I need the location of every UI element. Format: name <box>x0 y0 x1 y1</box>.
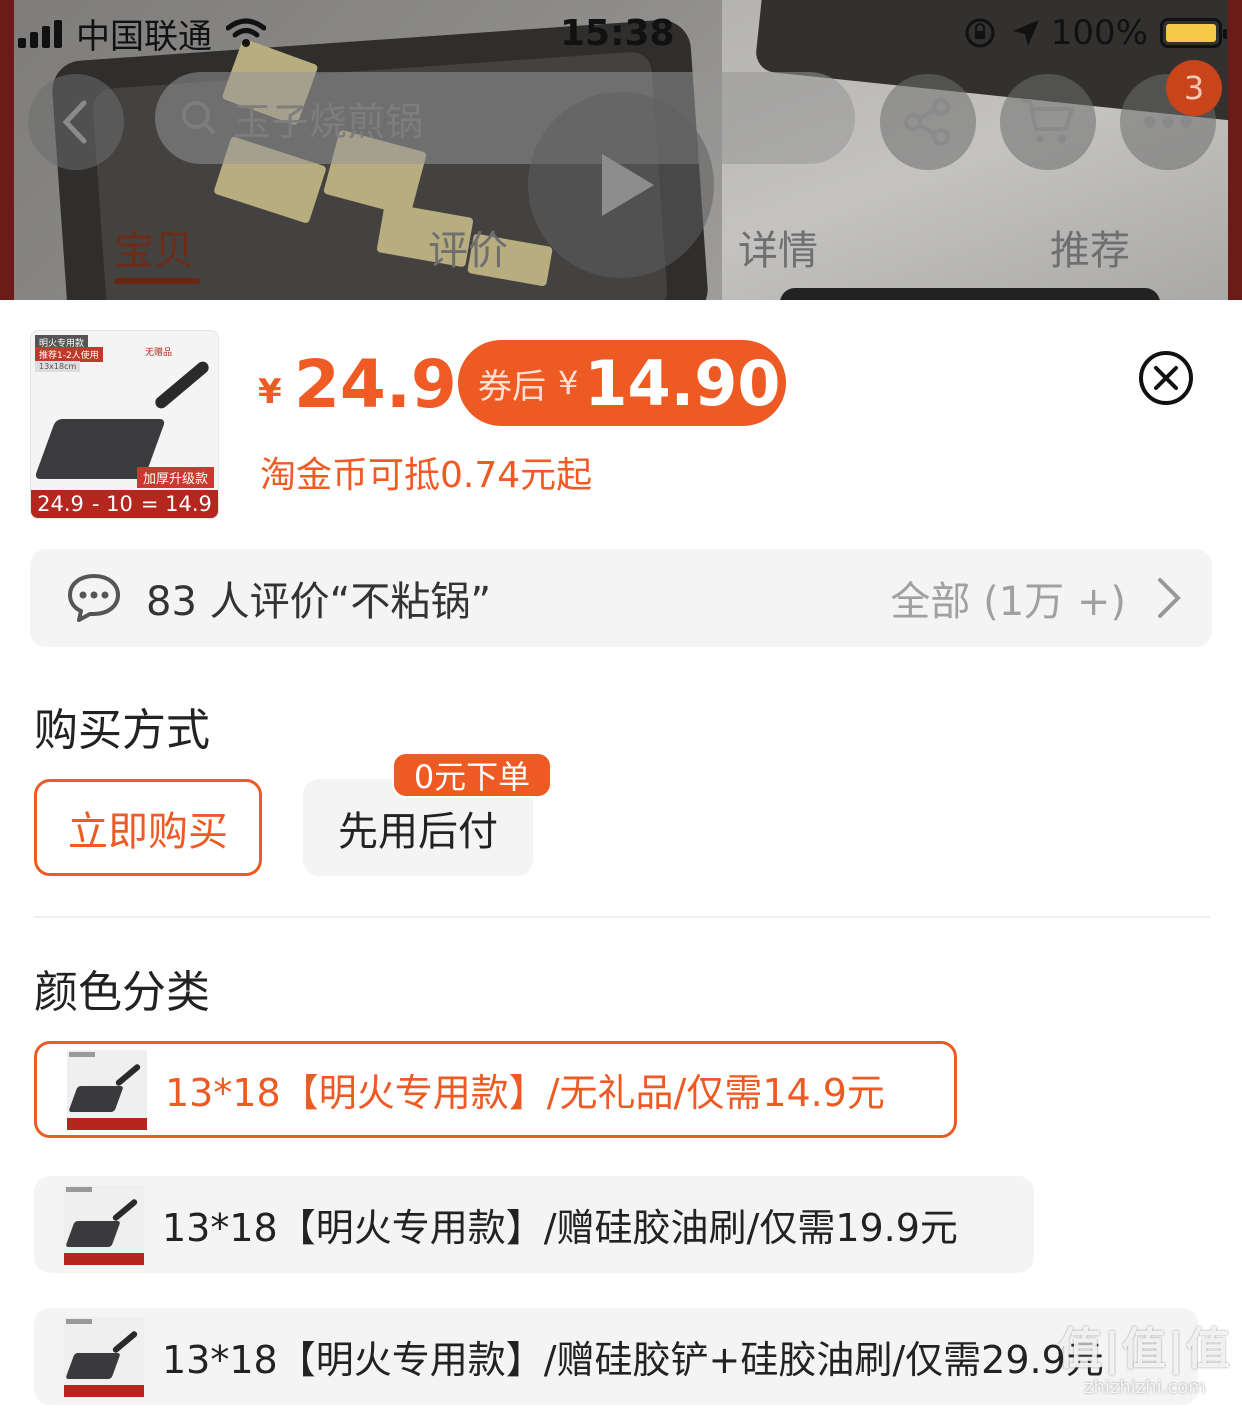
search-icon <box>182 101 215 134</box>
coupon-price-badge: 券后 ¥ 14.90 <box>458 340 786 426</box>
status-bar-left: 中国联通 <box>18 8 266 58</box>
option-thumbnail <box>64 1184 144 1265</box>
thumb-price-discount: - 10 <box>91 492 133 516</box>
buy-now-option[interactable]: 立即购买 <box>34 779 262 876</box>
frame-edge <box>0 0 14 300</box>
purchase-method-title: 购买方式 <box>34 705 210 756</box>
share-icon <box>904 98 950 146</box>
option-thumbnail <box>64 1316 144 1397</box>
chat-bubble-icon <box>68 574 120 622</box>
status-bar-right: 100% <box>963 8 1227 58</box>
battery-icon <box>1160 18 1227 48</box>
option-label: 13*18【明火专用款】/赠硅胶油刷/仅需19.9元 <box>162 1206 958 1250</box>
cart-button[interactable] <box>1000 74 1096 170</box>
review-all-count: 全部 (1万 +) <box>890 579 1126 625</box>
active-tab-indicator <box>114 278 200 284</box>
cart-count-badge: 3 <box>1166 60 1222 116</box>
more-icon <box>1144 116 1192 128</box>
section-divider <box>34 916 1210 918</box>
frame-edge <box>1228 0 1242 300</box>
rotation-lock-icon <box>965 18 995 48</box>
coupon-price: 14.90 <box>584 346 781 420</box>
chevron-left-icon <box>62 100 87 144</box>
tab-reviews[interactable]: 评价 <box>428 218 508 276</box>
zero-order-badge: 0元下单 <box>392 752 552 798</box>
thumb-price-formula: 24.9 - 10 = 14.9 <box>31 490 218 518</box>
price-currency-symbol: ¥ <box>258 372 282 412</box>
carrier-name: 中国联通 <box>76 16 212 57</box>
thumb-tag-size: 13x18cm <box>35 361 81 372</box>
site-watermark: 值|值|值 zhizhizhi.com <box>1058 1313 1232 1398</box>
review-summary-text: 83 人评价“不粘锅” <box>146 579 492 625</box>
signal-icon <box>18 18 62 48</box>
location-icon <box>1012 20 1039 46</box>
taojin-coin-note: 淘金币可抵0.74元起 <box>260 455 593 496</box>
tab-item[interactable]: 宝贝 <box>114 218 194 276</box>
color-option[interactable]: 13*18【明火专用款】/赠硅胶铲+硅胶油刷/仅需29.9元 <box>34 1308 1198 1405</box>
thumb-price-final: = 14.9 <box>140 492 212 516</box>
pan-handle-image <box>152 359 212 411</box>
watermark-site: zhizhizhi.com <box>1084 1377 1206 1398</box>
option-thumbnail <box>67 1049 147 1130</box>
coupon-currency-symbol: ¥ <box>558 364 579 402</box>
tab-recommend[interactable]: 推荐 <box>1050 218 1130 276</box>
thumb-tag-recommend: 推荐1-2人使用 <box>35 347 103 362</box>
option-label: 13*18【明火专用款】/无礼品/仅需14.9元 <box>165 1071 885 1115</box>
back-button[interactable] <box>28 74 124 170</box>
share-button[interactable] <box>880 74 976 170</box>
coupon-label: 券后 <box>478 366 546 407</box>
play-icon <box>602 154 654 216</box>
close-icon <box>1154 366 1178 390</box>
cart-icon <box>1022 99 1074 143</box>
battery-percent: 100% <box>1050 13 1148 53</box>
search-placeholder: 玉子烧煎锅 <box>233 99 424 144</box>
search-bar[interactable]: 玉子烧煎锅 <box>155 72 855 164</box>
thumb-upgrade-label: 加厚升级款 <box>136 467 214 488</box>
sku-selection-sheet: 明火专用款 推荐1-2人使用 13x18cm 无赠品 加厚升级款 24.9 - … <box>0 300 1242 1408</box>
product-thumbnail[interactable]: 明火专用款 推荐1-2人使用 13x18cm 无赠品 加厚升级款 24.9 - … <box>30 330 219 519</box>
watermark-logo: 值|值|值 <box>1057 1324 1232 1375</box>
wifi-icon <box>226 18 266 47</box>
chevron-right-icon <box>1158 578 1181 618</box>
color-option[interactable]: 13*18【明火专用款】/无礼品/仅需14.9元 <box>34 1041 957 1138</box>
play-video-button[interactable] <box>528 92 714 278</box>
status-time: 15:38 <box>560 12 675 54</box>
review-summary-bar[interactable]: 83 人评价“不粘锅” 全部 (1万 +) <box>30 549 1212 647</box>
background-pan-edge <box>780 288 1160 300</box>
option-label: 13*18【明火专用款】/赠硅胶铲+硅胶油刷/仅需29.9元 <box>162 1338 1104 1382</box>
thumb-gift-label: 无赠品 <box>145 348 173 358</box>
close-button[interactable] <box>1139 351 1193 405</box>
tab-details[interactable]: 详情 <box>738 218 818 276</box>
price-value: 24.9 <box>294 346 457 423</box>
color-option[interactable]: 13*18【明火专用款】/赠硅胶油刷/仅需19.9元 <box>34 1176 1034 1273</box>
product-media-header: 中国联通 15:38 100% 玉子烧煎锅 3 宝贝 评价 详情 推荐 <box>0 0 1242 300</box>
thumb-price-original: 24.9 <box>37 492 84 516</box>
color-category-title: 颜色分类 <box>34 967 210 1018</box>
